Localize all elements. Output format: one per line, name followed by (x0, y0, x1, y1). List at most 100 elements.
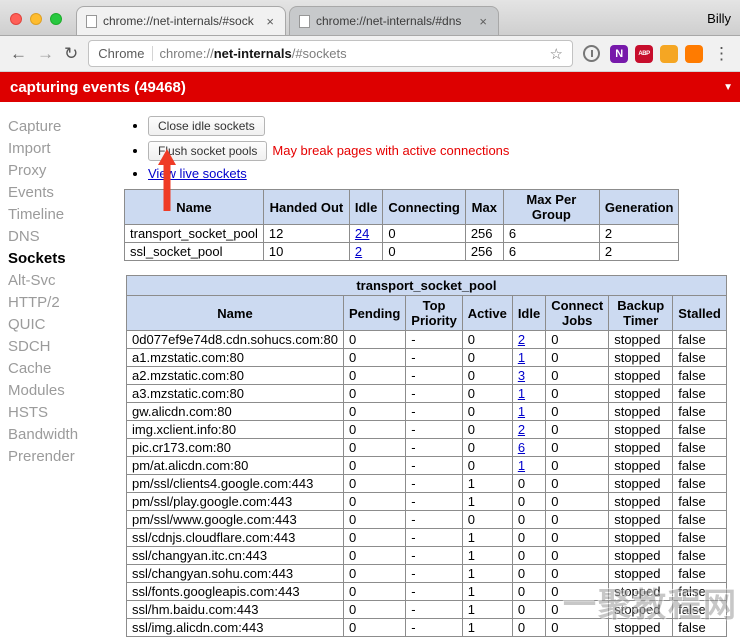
sidebar-item-timeline[interactable]: Timeline (8, 204, 112, 226)
banner-text: capturing events (49468) (10, 79, 186, 96)
table-cell: false (673, 367, 727, 385)
sidebar-item-import[interactable]: Import (8, 138, 112, 160)
minimize-window-icon[interactable] (30, 13, 42, 25)
onenote-extension-icon[interactable]: N (610, 45, 628, 63)
table-cell: stopped (609, 457, 673, 475)
close-tab-icon[interactable]: × (477, 14, 489, 29)
table-row: transport_socket_pool1224025662 (125, 225, 679, 243)
adblock-plus-extension-icon[interactable]: ABP (635, 45, 653, 63)
table-cell: 2 (512, 421, 545, 439)
table-cell: 1 (462, 565, 512, 583)
banner-dropdown-icon[interactable]: ▼ (723, 82, 733, 93)
idle-sockets-link[interactable]: 1 (518, 404, 525, 419)
sidebar-item-dns[interactable]: DNS (8, 226, 112, 248)
close-idle-sockets-button[interactable]: Close idle sockets (148, 116, 265, 136)
table-cell: 0 (546, 349, 609, 367)
table-cell: 0 (512, 565, 545, 583)
table-cell: stopped (609, 349, 673, 367)
reload-icon[interactable]: ↻ (64, 45, 78, 62)
pools-table-body: transport_socket_pool1224025662ssl_socke… (125, 225, 679, 261)
table-cell: 0 (546, 565, 609, 583)
table-cell: 0 (462, 349, 512, 367)
sidebar-item-hsts[interactable]: HSTS (8, 402, 112, 424)
back-icon[interactable]: ← (10, 45, 27, 62)
table-cell: 0 (546, 583, 609, 601)
sidebar-item-capture[interactable]: Capture (8, 116, 112, 138)
table-cell: 6 (512, 439, 545, 457)
close-tab-icon[interactable]: × (264, 14, 276, 29)
column-header: Top Priority (406, 296, 463, 331)
table-cell: 0 (462, 439, 512, 457)
list-item: Close idle sockets (148, 116, 734, 136)
close-window-icon[interactable] (10, 13, 22, 25)
table-cell: 0d077ef9e74d8.cdn.sohucs.com:80 (127, 331, 344, 349)
idle-sockets-link[interactable]: 3 (518, 368, 525, 383)
table-cell: - (406, 493, 463, 511)
table-cell: 0 (344, 457, 406, 475)
table-cell: 0 (546, 331, 609, 349)
table-cell: false (673, 601, 727, 619)
browser-menu-icon[interactable]: ⋮ (713, 44, 730, 64)
table-cell: 256 (465, 225, 503, 243)
zoom-window-icon[interactable] (50, 13, 62, 25)
list-item: View live sockets (148, 166, 734, 181)
table-row: a2.mzstatic.com:800-030stoppedfalse (127, 367, 727, 385)
sidebar-item-bandwidth[interactable]: Bandwidth (8, 424, 112, 446)
table-cell: stopped (609, 475, 673, 493)
idle-sockets-link[interactable]: 2 (518, 332, 525, 347)
table-cell: - (406, 619, 463, 637)
table-row: a3.mzstatic.com:800-010stoppedfalse (127, 385, 727, 403)
table-cell: stopped (609, 367, 673, 385)
table-cell: gw.alicdn.com:80 (127, 403, 344, 421)
sidebar-item-events[interactable]: Events (8, 182, 112, 204)
table-cell: 0 (344, 331, 406, 349)
sidebar-item-alt-svc[interactable]: Alt-Svc (8, 270, 112, 292)
table-cell: stopped (609, 331, 673, 349)
url-host: net-internals (214, 46, 292, 61)
profile-name[interactable]: Billy (707, 11, 731, 26)
table-row: a1.mzstatic.com:800-010stoppedfalse (127, 349, 727, 367)
table-cell: 1 (462, 583, 512, 601)
tab-sockets[interactable]: chrome://net-internals/#sock × (76, 6, 286, 35)
tab-title: chrome://net-internals/#dns (316, 14, 471, 28)
sidebar-item-cache[interactable]: Cache (8, 358, 112, 380)
idle-sockets-link[interactable]: 6 (518, 440, 525, 455)
table-cell: stopped (609, 421, 673, 439)
sidebar-item-sockets[interactable]: Sockets (8, 248, 112, 270)
table-cell: 0 (546, 475, 609, 493)
yellow-extension-extension-icon[interactable] (660, 45, 678, 63)
idle-sockets-link[interactable]: 24 (355, 226, 369, 241)
orange-extension-extension-icon[interactable] (685, 45, 703, 63)
tab-dns[interactable]: chrome://net-internals/#dns × (289, 6, 499, 35)
table-cell: 0 (512, 619, 545, 637)
table-cell: false (673, 439, 727, 457)
sidebar-item-http-2[interactable]: HTTP/2 (8, 292, 112, 314)
idle-sockets-link[interactable]: 2 (518, 422, 525, 437)
table-row: pm/at.alicdn.com:800-010stoppedfalse (127, 457, 727, 475)
socket-actions-list: Close idle sockets Flush socket poolsMay… (148, 116, 734, 181)
list-item: Flush socket poolsMay break pages with a… (148, 141, 734, 161)
info-icon[interactable] (583, 45, 600, 62)
idle-sockets-link[interactable]: 2 (355, 244, 362, 259)
header-row: NamePendingTop PriorityActiveIdleConnect… (127, 296, 727, 331)
table-cell: - (406, 457, 463, 475)
sidebar-item-sdch[interactable]: SDCH (8, 336, 112, 358)
sidebar-item-proxy[interactable]: Proxy (8, 160, 112, 182)
sidebar-item-prerender[interactable]: Prerender (8, 446, 112, 468)
table-cell: 0 (344, 385, 406, 403)
bookmark-star-icon[interactable]: ☆ (550, 45, 563, 63)
table-cell: 10 (263, 243, 349, 261)
idle-sockets-link[interactable]: 1 (518, 386, 525, 401)
table-cell: 0 (344, 619, 406, 637)
idle-sockets-link[interactable]: 1 (518, 350, 525, 365)
idle-sockets-link[interactable]: 1 (518, 458, 525, 473)
sidebar-item-quic[interactable]: QUIC (8, 314, 112, 336)
sidebar-item-modules[interactable]: Modules (8, 380, 112, 402)
address-bar[interactable]: Chrome chrome://net-internals/#sockets ☆ (88, 40, 573, 67)
table-cell: 0 (462, 331, 512, 349)
forward-icon[interactable]: → (37, 45, 54, 62)
table-cell: 0 (512, 511, 545, 529)
table-cell: false (673, 403, 727, 421)
table-cell: 2 (599, 243, 679, 261)
table-cell: 0 (546, 403, 609, 421)
